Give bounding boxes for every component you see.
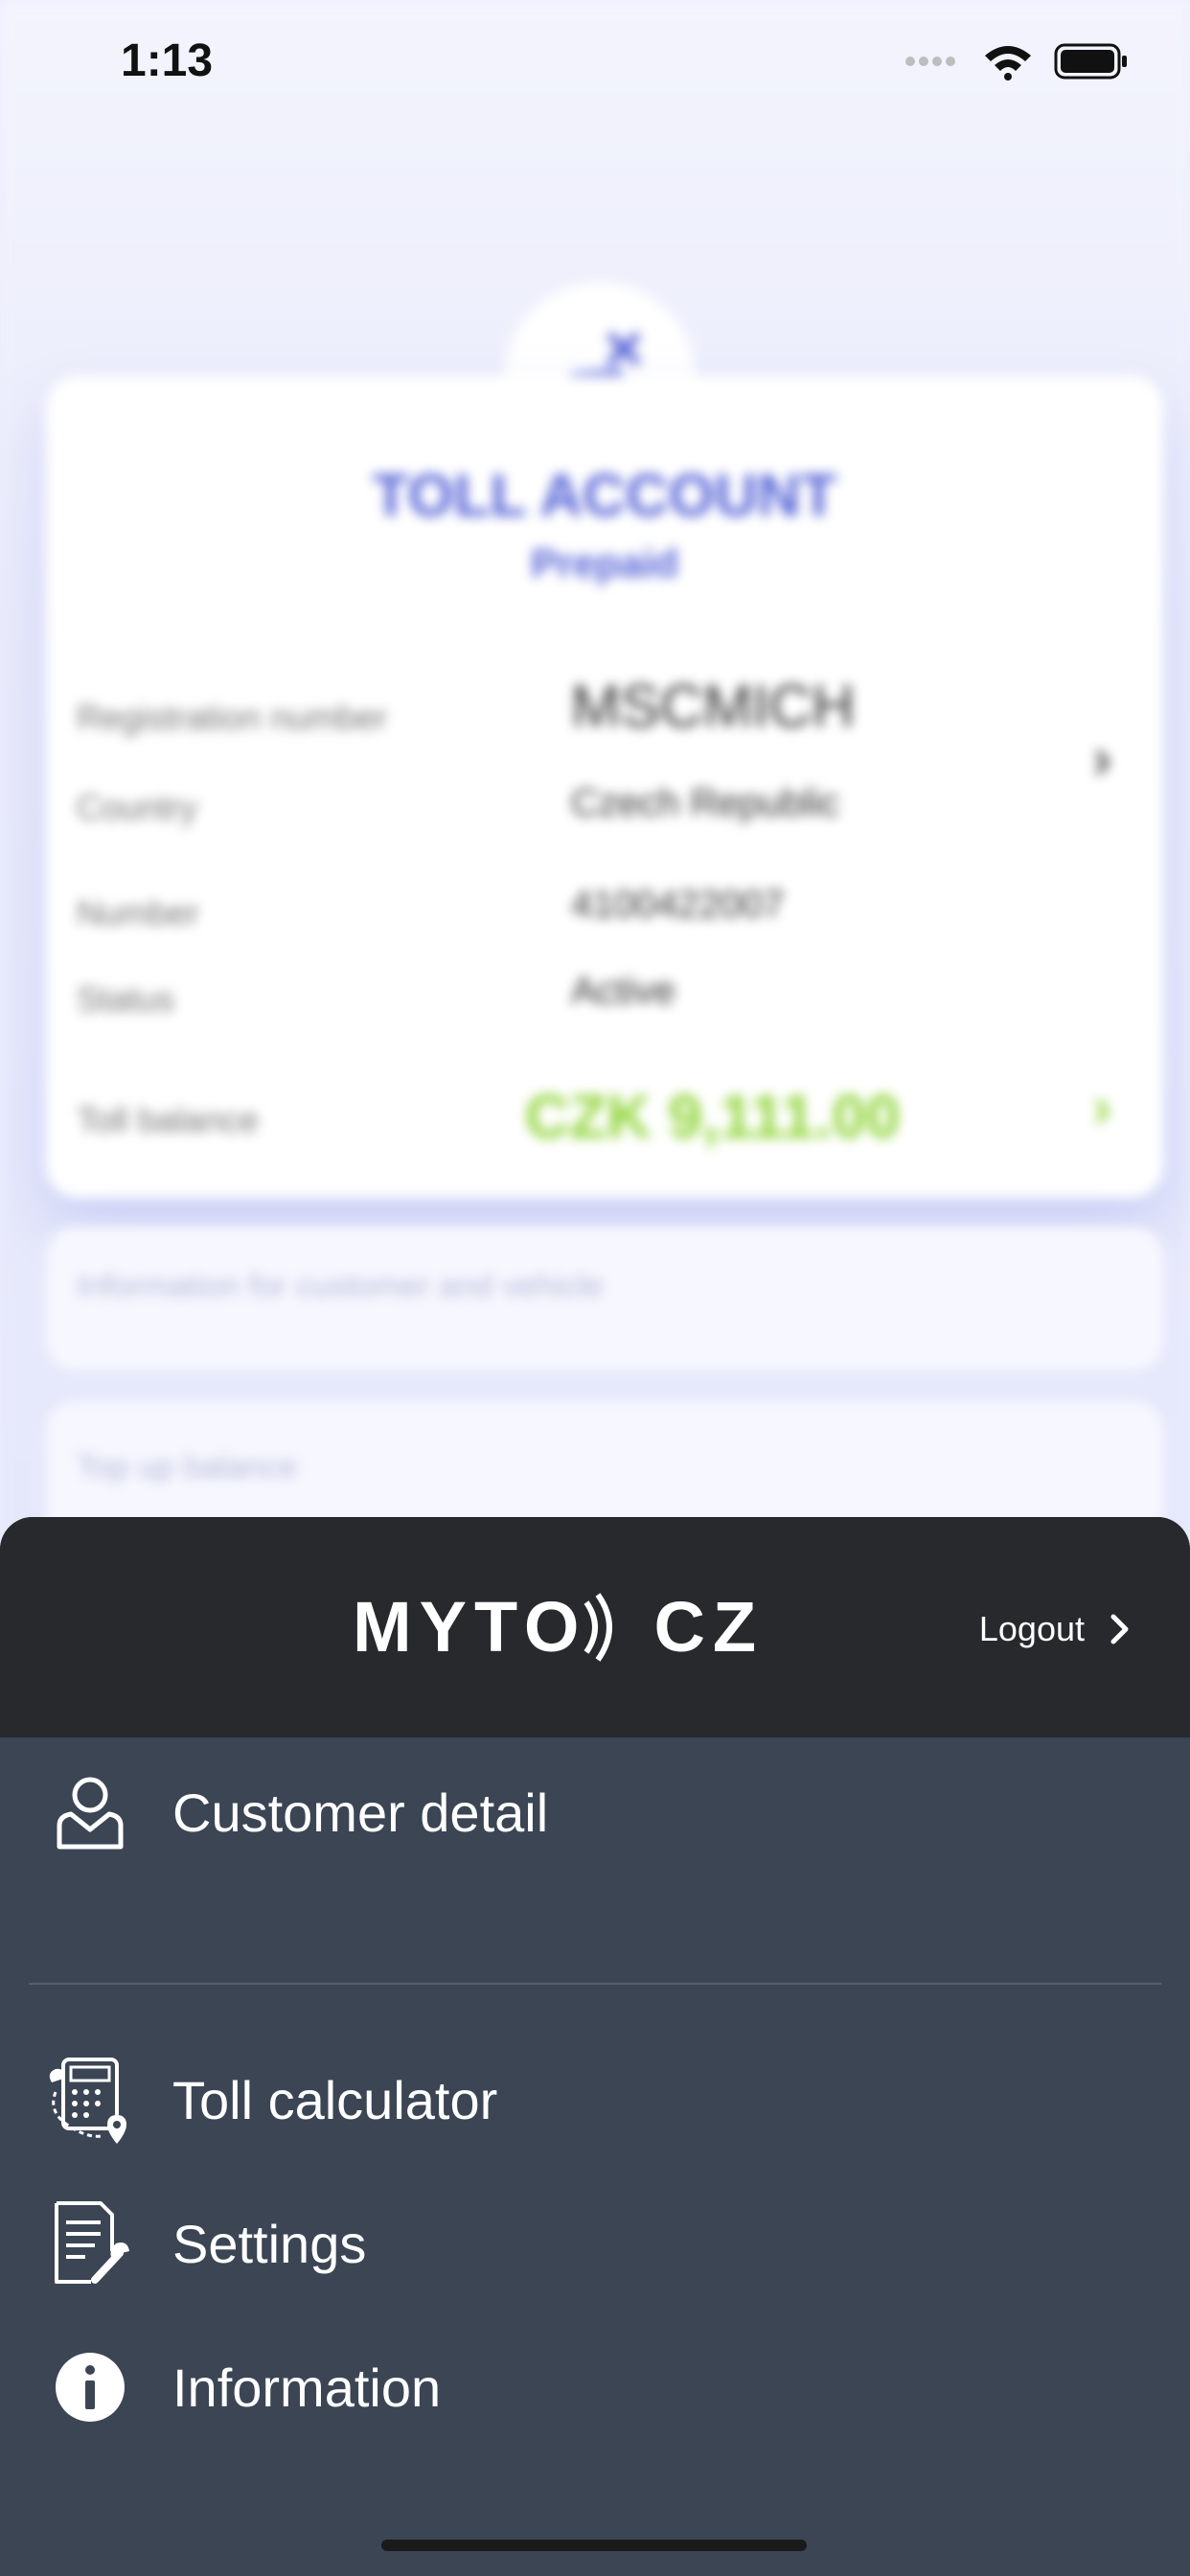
user-icon bbox=[44, 1766, 136, 1858]
info-box[interactable]: Information for customer and vehicle bbox=[46, 1227, 1163, 1370]
logout-label: Logout bbox=[978, 1609, 1085, 1648]
menu-item-toll-calculator[interactable]: Toll calculator bbox=[0, 2037, 1190, 2162]
menu-label: Customer detail bbox=[172, 1782, 549, 1843]
signal-icon bbox=[905, 57, 955, 66]
settings-document-icon bbox=[44, 2197, 136, 2289]
logo-myto: MYTO bbox=[353, 1587, 587, 1667]
menu-label: Toll calculator bbox=[172, 2069, 498, 2130]
menu-sheet: MYTO CZ Logout Customer detail Toll calc… bbox=[0, 1517, 1190, 2576]
row-label-country: Country bbox=[77, 788, 198, 827]
signal-waves-icon bbox=[584, 1592, 613, 1662]
status-time: 1:13 bbox=[121, 35, 214, 86]
background-screen: TOLL ACCOUNT Prepaid Registration number… bbox=[0, 0, 1190, 1629]
row-value-country: Czech Republic bbox=[571, 782, 840, 824]
row-label-status: Status bbox=[77, 979, 175, 1019]
info-box-text: Information for customer and vehicle bbox=[77, 1268, 604, 1304]
top-up-box-text: Top up balance bbox=[77, 1449, 298, 1485]
balance-label: Toll balance bbox=[77, 1100, 260, 1139]
chevron-right-icon bbox=[1110, 1614, 1129, 1644]
card-title: TOLL ACCOUNT bbox=[372, 463, 837, 529]
row-label-registration: Registration number bbox=[77, 698, 388, 737]
row-value-registration: MSCMICH bbox=[571, 674, 856, 740]
calculator-icon bbox=[44, 2054, 136, 2146]
status-icons bbox=[904, 42, 1129, 80]
menu-item-customer-detail[interactable]: Customer detail bbox=[0, 1750, 1190, 1874]
row-value-status: Active bbox=[571, 970, 675, 1012]
row-value-number: 4100422007 bbox=[571, 884, 785, 926]
toll-account-card[interactable]: TOLL ACCOUNT Prepaid Registration number… bbox=[46, 376, 1163, 1198]
logout-button[interactable]: Logout bbox=[979, 1609, 1131, 1649]
status-bar: 1:13 bbox=[0, 0, 1190, 134]
menu-item-information[interactable]: Information bbox=[0, 2325, 1190, 2450]
battery-icon bbox=[1054, 43, 1127, 80]
menu-header: MYTO CZ Logout bbox=[0, 1517, 1190, 1737]
balance-value: CZK 9,111.00 bbox=[525, 1082, 901, 1151]
chevron-right-icon[interactable]: › bbox=[1093, 1075, 1111, 1139]
myto-cz-logo: MYTO CZ bbox=[353, 1586, 764, 1668]
logo-cz: CZ bbox=[653, 1587, 765, 1667]
menu-label: Settings bbox=[172, 2213, 367, 2274]
row-label-number: Number bbox=[77, 893, 200, 932]
card-subtitle: Prepaid bbox=[530, 540, 679, 586]
wifi-icon bbox=[985, 46, 1031, 80]
menu-divider bbox=[29, 1983, 1161, 1985]
home-indicator[interactable] bbox=[381, 2540, 807, 2551]
chevron-right-icon[interactable]: › bbox=[1093, 726, 1111, 791]
menu-item-settings[interactable]: Settings bbox=[0, 2181, 1190, 2306]
menu-label: Information bbox=[172, 2357, 442, 2418]
info-icon bbox=[44, 2341, 136, 2433]
